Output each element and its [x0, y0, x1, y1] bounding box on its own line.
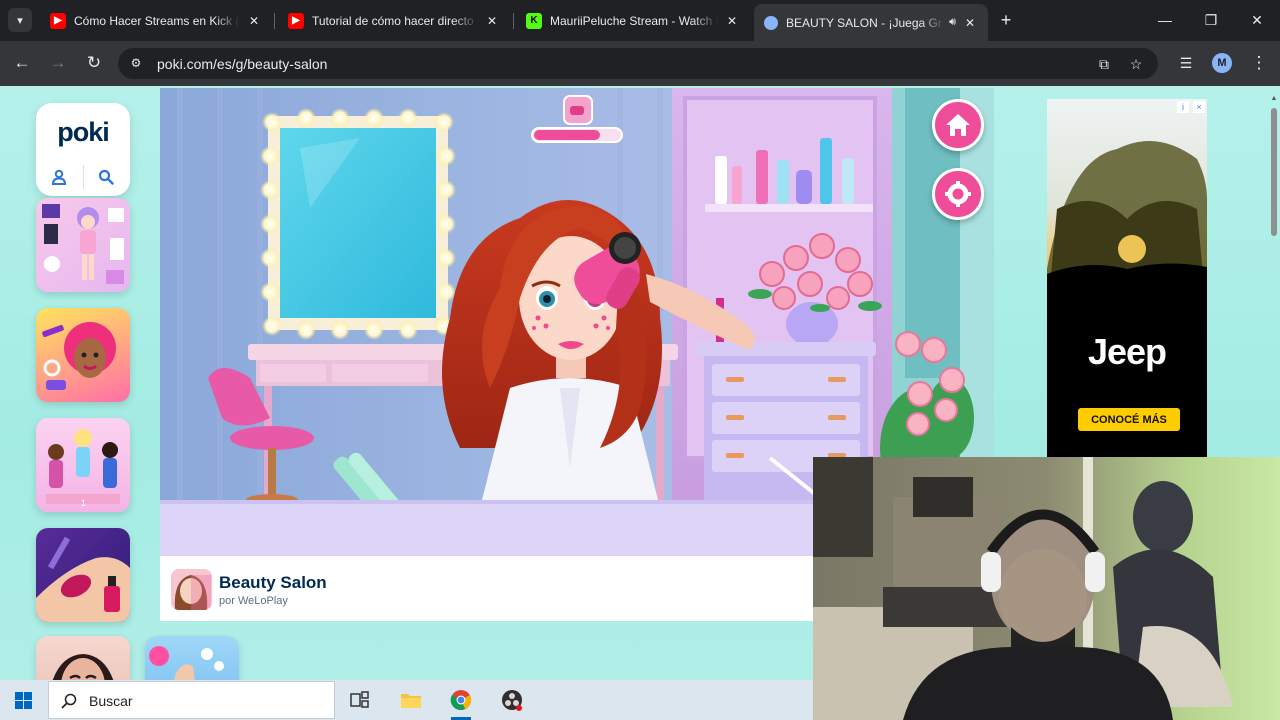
close-icon[interactable]: ✕: [962, 15, 978, 31]
kebab-menu-icon: ⋮: [1250, 53, 1268, 72]
youtube-icon: ▶: [288, 12, 304, 29]
close-icon[interactable]: ✕: [724, 13, 740, 29]
plus-icon: +: [1000, 9, 1012, 30]
game-author[interactable]: por WeLoPlay: [219, 595, 288, 607]
scroll-up-icon[interactable]: ▲: [1270, 94, 1278, 102]
close-icon: ✕: [1251, 11, 1263, 28]
globe-icon: [764, 15, 778, 30]
task-view-icon: [350, 691, 369, 708]
game-thumbnail[interactable]: [36, 308, 130, 402]
back-button[interactable]: ←: [11, 52, 33, 74]
chevron-down-icon: ▾: [17, 14, 23, 27]
folder-icon: [401, 694, 421, 708]
browser-toolbar: ← → ↻ ⚙ poki.com/es/g/beauty-salon ⧉ ☆ ☰…: [0, 41, 1280, 86]
webcam-overlay: [813, 457, 1280, 720]
settings-button[interactable]: [932, 168, 984, 220]
windows-icon: [14, 691, 32, 709]
site-info-icon[interactable]: ⚙: [128, 55, 144, 71]
home-button[interactable]: [932, 99, 984, 151]
kick-icon: K: [526, 12, 542, 29]
windows-taskbar: Buscar: [0, 680, 813, 720]
search-icon: [59, 691, 79, 711]
media-queue-icon: ☰: [1179, 54, 1193, 71]
divider: [83, 165, 84, 189]
chrome-icon: [450, 690, 472, 710]
tab-separator: [513, 13, 514, 29]
game-title: Beauty Salon: [219, 573, 327, 592]
close-icon[interactable]: ✕: [246, 13, 262, 29]
poki-logo[interactable]: poki: [36, 117, 130, 148]
minimize-icon: —: [1158, 12, 1172, 28]
arrow-left-icon: ←: [13, 53, 31, 72]
game-thumbnail[interactable]: 1: [36, 418, 130, 512]
menu-button[interactable]: ⋮: [1248, 52, 1270, 74]
svg-text:1: 1: [81, 498, 86, 508]
install-app-icon[interactable]: ⧉: [1095, 55, 1113, 73]
tab-4-active[interactable]: BEAUTY SALON - ¡Juega Gr 🔊︎ ✕: [754, 4, 988, 41]
tab-1[interactable]: ▶ Cómo Hacer Streams en Kick (C ✕: [40, 6, 272, 35]
reload-button[interactable]: ↻: [83, 52, 105, 74]
close-window-button[interactable]: ✕: [1234, 0, 1280, 40]
minimize-button[interactable]: —: [1142, 0, 1188, 40]
ad-brand[interactable]: Jeep: [1047, 331, 1207, 373]
scroll-thumb[interactable]: [1271, 108, 1277, 236]
gear-icon: [945, 181, 971, 207]
tab-strip: ▾ ▶ Cómo Hacer Streams en Kick (C ✕ ▶ Tu…: [0, 0, 1280, 41]
home-icon: [946, 114, 970, 136]
progress-fill: [534, 130, 600, 140]
advertisement[interactable]: Jeep CONOCÉ MÁS i ×: [1047, 99, 1207, 457]
reload-icon: ↻: [86, 53, 102, 72]
game-thumbnail[interactable]: [145, 636, 239, 680]
game-icon: [171, 569, 212, 610]
obs-button[interactable]: [498, 686, 526, 714]
address-bar[interactable]: ⚙ poki.com/es/g/beauty-salon ⧉ ☆: [118, 48, 1158, 79]
youtube-icon: ▶: [50, 12, 66, 29]
url-text[interactable]: poki.com/es/g/beauty-salon: [157, 56, 327, 72]
speaker-icon[interactable]: 🔊︎: [949, 16, 956, 29]
taskbar-search[interactable]: Buscar: [48, 681, 335, 719]
close-icon[interactable]: ✕: [484, 13, 500, 29]
ad-close-icon[interactable]: ×: [1193, 101, 1205, 113]
game-thumbnail[interactable]: [36, 636, 130, 680]
profile-avatar[interactable]: M: [1212, 53, 1232, 73]
task-view-button[interactable]: [346, 686, 374, 714]
user-icon[interactable]: [49, 167, 69, 187]
game-thumbnail[interactable]: [36, 528, 130, 622]
arrow-right-icon: →: [49, 53, 67, 72]
search-icon[interactable]: [96, 167, 116, 187]
media-controls-button[interactable]: ☰: [1175, 52, 1197, 74]
bookmark-star-icon[interactable]: ☆: [1127, 55, 1145, 73]
tab-3[interactable]: K MauriiPeluche Stream - Watch l ✕: [516, 6, 750, 35]
tab-2[interactable]: ▶ Tutorial de cómo hacer directo ✕: [278, 6, 510, 35]
ad-cta-button[interactable]: CONOCÉ MÁS: [1078, 408, 1180, 431]
forward-button[interactable]: →: [47, 52, 69, 74]
ad-info-icon[interactable]: i: [1177, 101, 1189, 113]
game-info-bar: Beauty Salon por WeLoPlay: [160, 556, 814, 621]
chrome-button[interactable]: [447, 686, 475, 714]
tab-separator: [274, 13, 275, 29]
poki-logo-card[interactable]: poki: [36, 103, 130, 196]
tab-search-button[interactable]: ▾: [8, 8, 32, 32]
start-button[interactable]: [13, 690, 33, 710]
restore-button[interactable]: ❐: [1188, 0, 1234, 40]
new-tab-button[interactable]: +: [996, 10, 1016, 30]
obs-icon: [502, 690, 522, 711]
restore-icon: ❐: [1204, 11, 1218, 28]
game-thumbnail[interactable]: [36, 198, 130, 292]
file-explorer-button[interactable]: [397, 686, 425, 714]
